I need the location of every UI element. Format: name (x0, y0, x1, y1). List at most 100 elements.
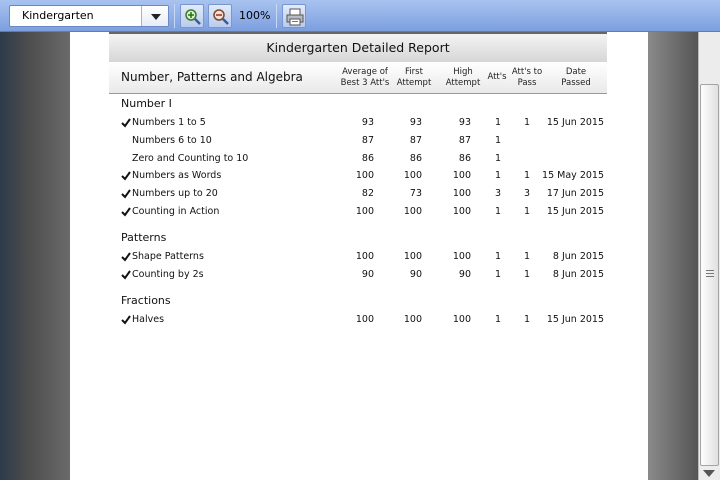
group-title: Number I (121, 97, 172, 110)
high-attempt-value: 100 (452, 170, 471, 182)
atts-value: 1 (494, 206, 501, 217)
average-value: 100 (355, 206, 374, 217)
date-passed-value: 17 Jun 2015 (546, 188, 604, 200)
col-atts-header: Att's (487, 72, 507, 82)
first-attempt-value: 73 (409, 188, 422, 200)
table-row: Numbers as Words 100 100 100 1 1 15 May 2015 (109, 168, 607, 185)
skill-name: Shape Patterns (132, 251, 204, 262)
date-passed-value: 8 Jun 2015 (552, 251, 604, 262)
atts-value: 1 (494, 134, 501, 146)
average-value: 86 (361, 152, 374, 164)
check-icon (121, 189, 131, 199)
skill-name: Numbers up to 20 (132, 188, 218, 200)
chevron-down-icon (151, 14, 161, 20)
atts-to-pass-value: 1 (523, 251, 530, 262)
first-attempt-value: 100 (403, 170, 422, 182)
atts-value: 1 (494, 170, 501, 182)
high-attempt-value: 93 (458, 117, 471, 128)
date-passed-value: 8 Jun 2015 (552, 268, 604, 280)
check-icon (121, 252, 131, 262)
group-title: Fractions (121, 294, 171, 307)
high-attempt-value: 100 (452, 314, 471, 325)
date-passed-value: 15 May 2015 (542, 170, 604, 182)
average-value: 93 (361, 117, 374, 128)
table-row: Numbers 1 to 5 93 93 93 1 1 15 Jun 2015 (109, 115, 607, 132)
report-column-header: Number, Patterns and Algebra Average of … (109, 62, 607, 94)
zoom-in-icon (185, 9, 201, 25)
section-title: Number, Patterns and Algebra (121, 70, 303, 84)
atts-to-pass-value: 3 (523, 188, 530, 200)
table-row: Counting by 2s 90 90 90 1 1 8 Jun 2015 (109, 267, 607, 284)
col-atts-to-pass-header: Att's to Pass (511, 67, 543, 88)
atts-value: 1 (494, 268, 501, 280)
toolbar: Kindergarten 100% (0, 0, 720, 32)
date-passed-value: 15 Jun 2015 (546, 117, 604, 128)
viewer-background-left (0, 32, 70, 480)
average-value: 100 (355, 170, 374, 182)
table-row: Halves 100 100 100 1 1 15 Jun 2015 (109, 312, 607, 329)
table-row: Zero and Counting to 10 86 86 86 1 (109, 151, 607, 168)
table-row: Numbers up to 20 82 73 100 3 3 17 Jun 2015 (109, 186, 607, 203)
zoom-out-button[interactable] (208, 4, 232, 28)
atts-to-pass-value: 1 (523, 314, 530, 325)
skill-name: Counting in Action (132, 206, 220, 217)
group-title: Patterns (121, 231, 167, 244)
date-passed-value: 15 Jun 2015 (546, 314, 604, 325)
date-passed-value: 15 Jun 2015 (546, 206, 604, 217)
high-attempt-value: 86 (458, 152, 471, 164)
report-select-dropdown[interactable]: Kindergarten (9, 5, 169, 27)
table-row: Counting in Action 100 100 100 1 1 15 Jun 2015 (109, 204, 607, 221)
average-value: 82 (361, 188, 374, 200)
check-icon (121, 118, 131, 128)
skill-name: Halves (132, 314, 165, 325)
atts-to-pass-value: 1 (523, 170, 530, 182)
table-row: Numbers 6 to 10 87 87 87 1 (109, 133, 607, 150)
first-attempt-value: 87 (409, 134, 422, 146)
check-icon (121, 207, 131, 217)
atts-to-pass-value: 1 (523, 268, 530, 280)
check-icon (121, 315, 131, 325)
scrollbar-thumb[interactable] (700, 84, 719, 466)
skill-name: Numbers as Words (132, 170, 222, 182)
high-attempt-value: 100 (452, 251, 471, 262)
skill-name: Numbers 1 to 5 (132, 117, 206, 128)
report-title: Kindergarten Detailed Report (109, 32, 607, 62)
average-value: 100 (355, 251, 374, 262)
table-row: Shape Patterns 100 100 100 1 1 8 Jun 2015 (109, 249, 607, 266)
col-first-attempt-header: First Attempt (396, 67, 432, 88)
zoom-level: 100% (239, 9, 271, 22)
skill-name: Counting by 2s (132, 268, 204, 280)
toolbar-separator (174, 4, 175, 28)
high-attempt-value: 100 (452, 206, 471, 217)
printer-icon (286, 8, 304, 26)
col-date-passed-header: Date Passed (561, 67, 591, 88)
high-attempt-value: 90 (458, 268, 471, 280)
first-attempt-value: 100 (403, 206, 422, 217)
atts-value: 1 (494, 117, 501, 128)
first-attempt-value: 86 (409, 152, 422, 164)
col-high-attempt-header: High Attempt (445, 67, 481, 88)
atts-value: 1 (494, 152, 501, 164)
atts-to-pass-value: 1 (523, 117, 530, 128)
skill-name: Zero and Counting to 10 (132, 152, 249, 164)
atts-value: 3 (494, 188, 501, 200)
vertical-scrollbar[interactable] (698, 32, 720, 480)
first-attempt-value: 90 (409, 268, 422, 280)
check-icon (121, 171, 131, 181)
atts-value: 1 (494, 251, 501, 262)
zoom-in-button[interactable] (180, 4, 204, 28)
first-attempt-value: 100 (403, 314, 422, 325)
col-average-header: Average of Best 3 Att's (340, 67, 390, 88)
atts-to-pass-value: 1 (523, 206, 530, 217)
dropdown-toggle-button[interactable] (141, 6, 168, 26)
check-icon (121, 270, 131, 280)
print-button[interactable] (282, 4, 306, 28)
first-attempt-value: 100 (403, 251, 422, 262)
average-value: 87 (361, 134, 374, 146)
scroll-down-arrow-icon[interactable] (703, 470, 715, 477)
average-value: 90 (361, 268, 374, 280)
average-value: 100 (355, 314, 374, 325)
toolbar-separator (276, 4, 277, 28)
atts-value: 1 (494, 314, 501, 325)
first-attempt-value: 93 (409, 117, 422, 128)
